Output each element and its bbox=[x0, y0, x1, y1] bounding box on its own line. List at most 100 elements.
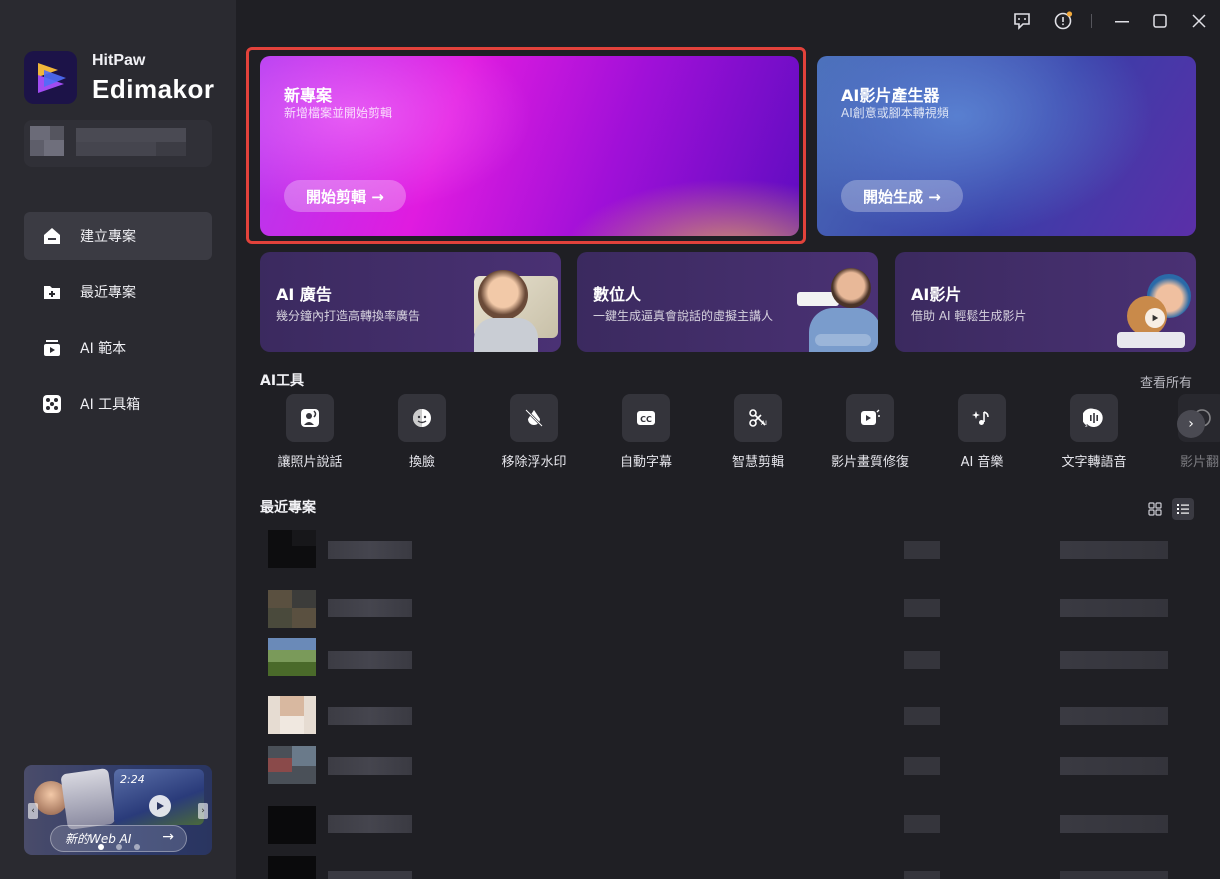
tool-video-enhance[interactable]: 影片畫質修復 bbox=[820, 394, 920, 470]
tool-label: 智慧剪輯 bbox=[731, 455, 784, 470]
card-subtitle: AI創意或腳本轉視頻 bbox=[841, 106, 949, 120]
project-date bbox=[1060, 815, 1168, 833]
toolbox-icon bbox=[41, 393, 63, 415]
presenter-body bbox=[474, 318, 538, 352]
project-thumbnail bbox=[268, 638, 316, 676]
project-name bbox=[328, 757, 412, 775]
maximize-icon[interactable] bbox=[1148, 10, 1172, 32]
sidebar-item-ai-templates[interactable]: AI 範本 bbox=[24, 324, 212, 372]
svg-text:AI: AI bbox=[761, 420, 767, 427]
feature-card-digital-human[interactable]: 數位人 一鍵生成逼真會說話的虛擬主講人 bbox=[577, 252, 878, 352]
start-generating-button[interactable]: 開始生成 → bbox=[841, 180, 963, 212]
project-date bbox=[1060, 599, 1168, 617]
brand-small: HitPaw bbox=[92, 52, 146, 69]
list-view-icon[interactable] bbox=[1172, 498, 1194, 520]
project-thumbnail bbox=[268, 590, 316, 628]
svg-text:CC: CC bbox=[640, 415, 652, 424]
project-name bbox=[328, 707, 412, 725]
card-subtitle: 新增檔案並開始剪輯 bbox=[284, 106, 393, 120]
tool-label: 移除浮水印 bbox=[501, 455, 567, 470]
tool-talking-photo[interactable]: 讓照片說話 bbox=[260, 394, 360, 470]
tool-label: 讓照片說話 bbox=[277, 455, 343, 470]
talking-photo-icon bbox=[286, 394, 334, 442]
feature-card-ai-ads[interactable]: AI 廣告 幾分鐘內打造高轉換率廣告 bbox=[260, 252, 561, 352]
tool-text-to-speech[interactable]: 文字轉語音 bbox=[1044, 394, 1144, 470]
project-name bbox=[328, 599, 412, 617]
new-project-card[interactable]: 新專案 新增檔案並開始剪輯 開始剪輯 → bbox=[260, 56, 799, 236]
brand-big: Edimakor bbox=[92, 74, 215, 104]
project-name bbox=[328, 871, 412, 879]
start-editing-button[interactable]: 開始剪輯 → bbox=[284, 180, 406, 212]
app-logo bbox=[24, 51, 77, 104]
play-icon bbox=[149, 795, 171, 817]
feature-title: AI影片 bbox=[911, 285, 962, 304]
project-date bbox=[1060, 707, 1168, 725]
recent-project-row[interactable] bbox=[260, 806, 1200, 856]
sidebar-item-ai-toolbox[interactable]: AI 工具箱 bbox=[24, 380, 212, 428]
tool-face-swap[interactable]: 換臉 bbox=[372, 394, 472, 470]
tool-smart-cut[interactable]: AI 智慧剪輯 bbox=[708, 394, 808, 470]
promo-image bbox=[60, 767, 116, 831]
tool-ai-music[interactable]: AI 音樂 bbox=[932, 394, 1032, 470]
feature-card-ai-video[interactable]: AI影片 借助 AI 輕鬆生成影片 bbox=[895, 252, 1196, 352]
tool-label: AI 音樂 bbox=[960, 455, 1004, 470]
recent-projects-title: 最近專案 bbox=[260, 500, 316, 516]
notification-icon[interactable] bbox=[1051, 10, 1075, 32]
web-ai-promo-banner[interactable]: 2:24 ‹ › 新的Web AI → bbox=[24, 765, 212, 855]
project-name bbox=[328, 815, 412, 833]
recent-project-row[interactable] bbox=[260, 590, 1200, 640]
ai-tools-title: AI工具 bbox=[260, 373, 305, 389]
project-date bbox=[1060, 651, 1168, 669]
promo-next-icon[interactable]: › bbox=[198, 803, 208, 819]
recent-project-row[interactable] bbox=[260, 638, 1200, 688]
sidebar-item-create-project[interactable]: 建立專案 bbox=[24, 212, 212, 260]
sidebar-item-recent-projects[interactable]: 最近專案 bbox=[24, 268, 212, 316]
carousel-dot[interactable] bbox=[98, 844, 104, 850]
project-duration bbox=[904, 599, 940, 617]
recent-project-row[interactable] bbox=[260, 696, 1200, 746]
platform-icons bbox=[1117, 332, 1185, 348]
ai-video-generator-card[interactable]: AI影片產生器 AI創意或腳本轉視頻 開始生成 → bbox=[817, 56, 1196, 236]
sidebar: HitPaw Edimakor 建立專案 最近專案 AI 範本 AI 工具箱 2… bbox=[0, 0, 236, 879]
grid-view-icon[interactable] bbox=[1144, 498, 1166, 520]
recent-project-row[interactable] bbox=[260, 856, 1200, 879]
tool-remove-watermark[interactable]: 移除浮水印 bbox=[484, 394, 584, 470]
sidebar-item-label: 最近專案 bbox=[80, 285, 136, 301]
project-date bbox=[1060, 757, 1168, 775]
project-name bbox=[328, 651, 412, 669]
feature-subtitle: 幾分鐘內打造高轉換率廣告 bbox=[276, 309, 421, 323]
project-date bbox=[1060, 541, 1168, 559]
project-name bbox=[328, 541, 412, 559]
recent-project-row[interactable] bbox=[260, 746, 1200, 796]
sidebar-item-label: 建立專案 bbox=[80, 229, 136, 245]
presenter-avatar bbox=[831, 268, 871, 308]
chevron-right-icon[interactable]: › bbox=[1177, 410, 1205, 438]
text-to-speech-icon bbox=[1070, 394, 1118, 442]
carousel-dot[interactable] bbox=[134, 844, 140, 850]
audio-wave-icon bbox=[815, 334, 871, 346]
sidebar-item-label: AI 範本 bbox=[80, 341, 127, 357]
recent-project-row[interactable] bbox=[260, 530, 1200, 580]
close-icon[interactable] bbox=[1187, 10, 1211, 32]
promo-prev-icon[interactable]: ‹ bbox=[28, 803, 38, 819]
tool-label: 自動字幕 bbox=[619, 455, 672, 470]
minimize-icon[interactable] bbox=[1110, 10, 1134, 32]
carousel-dot[interactable] bbox=[116, 844, 122, 850]
sidebar-item-label: AI 工具箱 bbox=[80, 397, 141, 413]
feedback-icon[interactable] bbox=[1010, 10, 1034, 32]
project-duration bbox=[904, 707, 940, 725]
tool-label: 文字轉語音 bbox=[1061, 455, 1127, 470]
feature-title: AI 廣告 bbox=[276, 285, 332, 304]
feature-subtitle: 借助 AI 輕鬆生成影片 bbox=[911, 309, 1027, 323]
project-duration bbox=[904, 815, 940, 833]
tool-auto-subtitles[interactable]: CC 自動字幕 bbox=[596, 394, 696, 470]
see-all-link[interactable]: 查看所有 bbox=[1140, 372, 1192, 391]
project-duration bbox=[904, 871, 940, 879]
tool-label: 影片翻 bbox=[1180, 455, 1220, 470]
face-swap-icon bbox=[398, 394, 446, 442]
presenter-avatar bbox=[478, 270, 528, 320]
project-date bbox=[1060, 871, 1168, 879]
promo-timestamp: 2:24 bbox=[120, 773, 145, 786]
account-panel[interactable] bbox=[24, 120, 212, 167]
arrow-right-icon: → bbox=[162, 829, 174, 845]
